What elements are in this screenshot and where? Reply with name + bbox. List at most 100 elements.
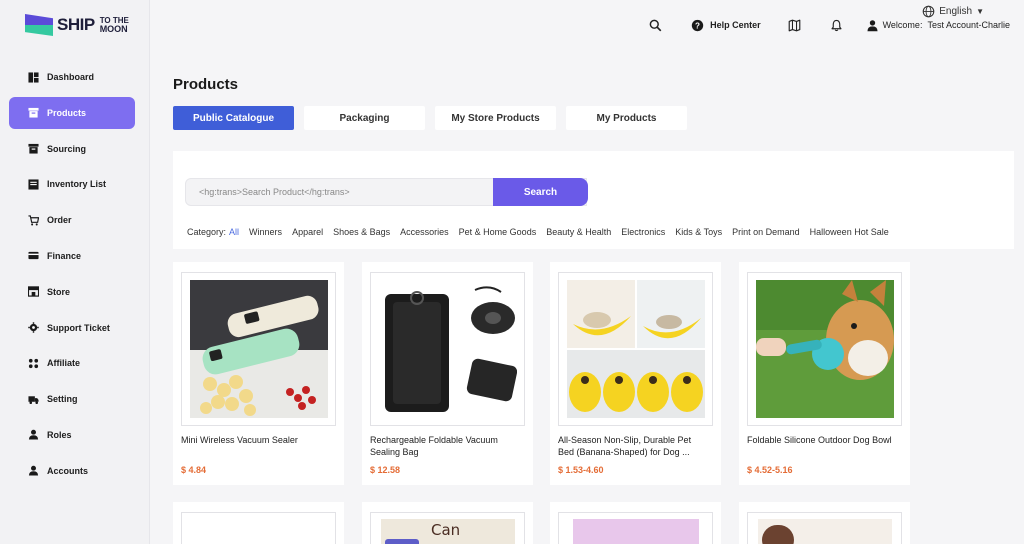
globe-icon (921, 4, 935, 18)
product-image-frame (558, 272, 713, 426)
sidebar-item-dashboard[interactable]: Dashboard (9, 61, 135, 93)
vacuum-bag-image (378, 280, 517, 418)
product-image-frame (370, 272, 525, 426)
sidebar-item-inventory-list[interactable]: Inventory List (9, 168, 135, 200)
product-card[interactable]: All-Season Non-Slip, Durable Pet Bed (Ba… (550, 262, 721, 485)
tab-my-store-products[interactable]: My Store Products (435, 106, 556, 130)
can-opener-caption: Can opener (431, 521, 484, 544)
search-button[interactable]: Search (493, 178, 588, 206)
language-label: English (939, 5, 973, 17)
product-name[interactable]: Rechargeable Foldable Vacuum Sealing Bag (370, 434, 520, 458)
help-center-label: Help Center (710, 20, 761, 30)
sidebar-item-support-ticket[interactable]: Support Ticket (9, 312, 135, 344)
sidebar-item-label: Products (47, 107, 87, 118)
help-center-link[interactable]: ? Help Center (690, 18, 761, 32)
sidebar-item-label: Accounts (47, 465, 89, 476)
product-image-frame (558, 512, 713, 544)
user-menu[interactable]: Welcome: Test Account-Charlie (866, 18, 1010, 32)
product-name[interactable]: All-Season Non-Slip, Durable Pet Bed (Ba… (558, 434, 708, 458)
map-icon[interactable] (788, 18, 802, 32)
search-panel: <hg:trans>Search Product</hg:trans> Sear… (173, 151, 1014, 249)
product-card[interactable]: Foldable Silicone Outdoor Dog Bowl $ 4.5… (739, 262, 910, 485)
category-all[interactable]: All (229, 227, 239, 237)
box-icon (28, 107, 39, 118)
user-icon (28, 429, 39, 441)
tab-public-catalogue[interactable]: Public Catalogue (173, 106, 294, 130)
category-print-on-demand[interactable]: Print on Demand (732, 227, 800, 237)
product-price: $ 1.53-4.60 (558, 465, 604, 475)
product-image-frame (747, 272, 902, 426)
product-card[interactable]: Rechargeable Foldable Vacuum Sealing Bag… (362, 262, 533, 485)
sidebar-item-label: Setting (47, 394, 78, 405)
category-apparel[interactable]: Apparel (292, 227, 323, 237)
category-kids-toys[interactable]: Kids & Toys (675, 227, 722, 237)
can-opener-image: Can opener (381, 519, 515, 544)
product-name[interactable]: Mini Wireless Vacuum Sealer (181, 434, 331, 446)
brand-logo[interactable]: SHIP TO THE MOON (25, 14, 129, 36)
product-name[interactable]: Foldable Silicone Outdoor Dog Bowl (747, 434, 897, 446)
product-image-frame (747, 512, 902, 544)
logo-mark-icon (25, 14, 53, 36)
product-card[interactable] (550, 502, 721, 544)
category-label: Category: (187, 227, 227, 237)
user-icon (28, 465, 39, 476)
tab-my-products[interactable]: My Products (566, 106, 687, 130)
vacuum-sealer-image (189, 280, 328, 418)
product-card[interactable]: Mini Wireless Vacuum Sealer $ 4.84 (173, 262, 344, 485)
sidebar-item-label: Order (47, 215, 72, 226)
sidebar: SHIP TO THE MOON Dashboard Products Sourci… (0, 0, 150, 544)
product-tabs: Public Catalogue Packaging My Store Prod… (173, 106, 687, 130)
sidebar-item-products[interactable]: Products (9, 96, 135, 129)
product-card[interactable] (173, 502, 344, 544)
tab-packaging[interactable]: Packaging (304, 106, 425, 130)
category-accessories[interactable]: Accessories (400, 227, 449, 237)
bell-icon[interactable] (830, 18, 844, 32)
sidebar-item-setting[interactable]: Setting (9, 383, 135, 415)
dog-bowl-image (755, 280, 894, 418)
sidebar-item-finance[interactable]: Finance (9, 240, 135, 272)
sidebar-item-label: Store (47, 286, 71, 297)
user-icon (866, 18, 880, 32)
top-bar: English ▼ ? Help Center Welcome: Test Ac… (150, 0, 1024, 56)
sidebar-item-label: Finance (47, 250, 82, 261)
sidebar-item-label: Sourcing (47, 143, 87, 154)
archive-icon (28, 143, 39, 154)
category-electronics[interactable]: Electronics (621, 227, 665, 237)
product-card[interactable] (739, 502, 910, 544)
category-halloween-hot-sale[interactable]: Halloween Hot Sale (810, 227, 889, 237)
sidebar-item-accounts[interactable]: Accounts (9, 455, 135, 487)
truck-icon (28, 394, 39, 405)
category-filter: Category: All Winners Apparel Shoes & Bags A… (187, 227, 889, 237)
category-shoes-bags[interactable]: Shoes & Bags (333, 227, 390, 237)
sidebar-item-label: Inventory List (47, 179, 107, 190)
sidebar-item-affiliate[interactable]: Affiliate (9, 347, 135, 379)
top-actions: ? Help Center Welcome: Test Account-Char… (648, 18, 1010, 32)
svg-text:?: ? (695, 21, 700, 30)
cart-icon (28, 215, 39, 226)
sidebar-item-store[interactable]: Store (9, 276, 135, 308)
product-price: $ 12.58 (370, 465, 401, 475)
welcome-prefix: Welcome: (882, 20, 923, 30)
inventory-icon (28, 179, 39, 190)
banana-pet-bed-image (566, 280, 705, 418)
category-pet-home-goods[interactable]: Pet & Home Goods (459, 227, 537, 237)
sidebar-item-sourcing[interactable]: Sourcing (9, 133, 135, 165)
brand-name: SHIP (57, 15, 95, 34)
category-beauty-health[interactable]: Beauty & Health (546, 227, 611, 237)
sidebar-item-label: Dashboard (47, 72, 95, 82)
page-title: Products (173, 76, 239, 93)
affiliate-icon (28, 358, 39, 369)
product-image-frame: Can opener (370, 512, 525, 544)
card-icon (28, 250, 39, 261)
product-image (573, 519, 699, 544)
sidebar-item-order[interactable]: Order (9, 204, 135, 236)
help-icon: ? (690, 18, 704, 32)
sidebar-item-label: Roles (47, 429, 72, 440)
product-card[interactable]: Can opener (362, 502, 533, 544)
product-price: $ 4.84 (181, 465, 207, 475)
search-icon[interactable] (648, 18, 662, 32)
category-winners[interactable]: Winners (249, 227, 282, 237)
language-selector[interactable]: English ▼ (921, 4, 984, 18)
sidebar-item-roles[interactable]: Roles (9, 419, 135, 451)
dashboard-icon (28, 71, 39, 83)
